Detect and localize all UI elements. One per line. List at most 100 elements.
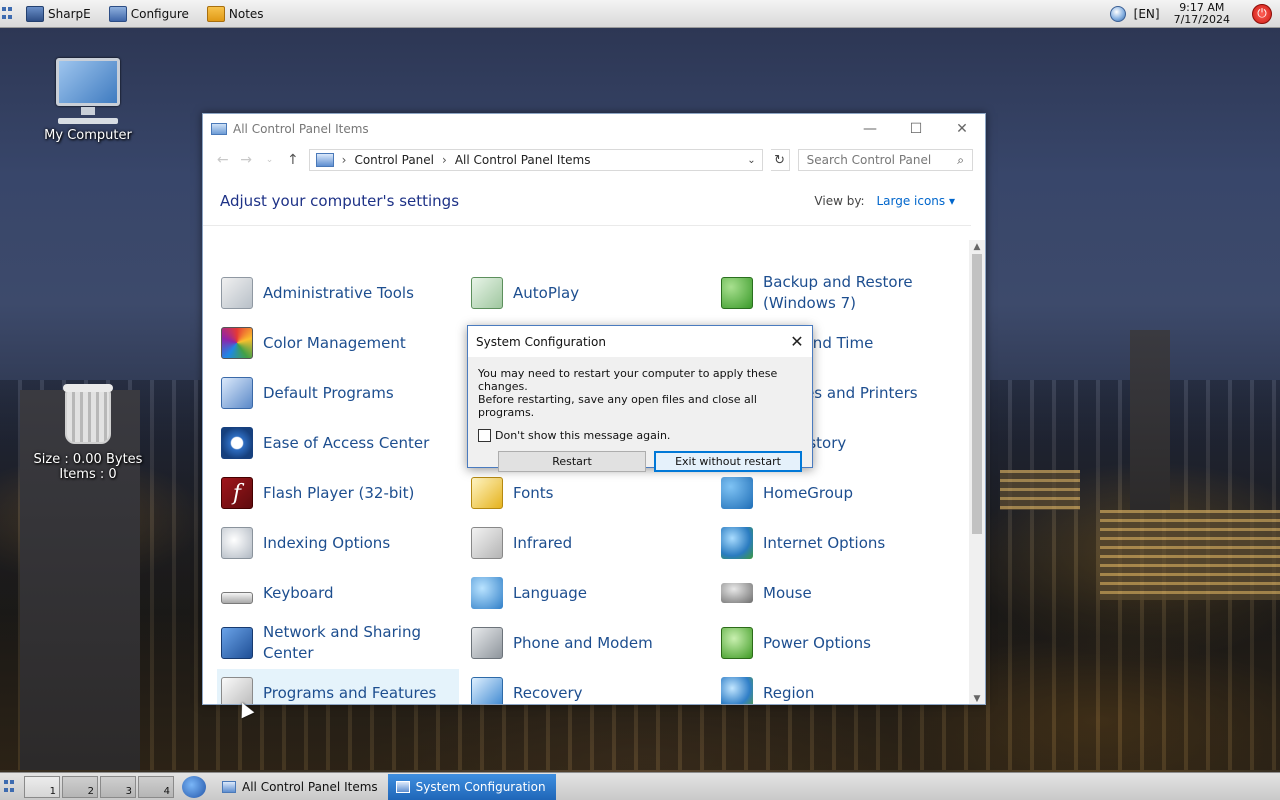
clock-time: 9:17 AM [1179, 0, 1225, 14]
breadcrumb-all-items[interactable]: All Control Panel Items [455, 153, 591, 167]
dont-show-checkbox-label[interactable]: Don't show this message again. [495, 429, 670, 442]
launcher-label: Notes [228, 6, 264, 21]
cp-item-backup-restore[interactable]: Backup and Restore (Windows 7) [717, 269, 959, 317]
panel-grip-icon[interactable] [2, 6, 16, 21]
cp-item-label: Flash Player (32-bit) [263, 483, 415, 502]
scrollbar-thumb[interactable] [972, 254, 982, 534]
scroll-up-icon[interactable]: ▲ [969, 240, 985, 254]
breadcrumb-separator-icon[interactable]: › [442, 153, 447, 167]
cp-item-internet-options[interactable]: Internet Options [717, 519, 959, 567]
cp-item-programs-features[interactable]: Programs and Features [217, 669, 459, 704]
restart-button[interactable]: Restart [498, 451, 646, 472]
dont-show-checkbox-row[interactable]: Don't show this message again. [468, 419, 812, 442]
workspace-1[interactable]: 1 [24, 775, 60, 798]
cp-item-label: Indexing Options [263, 533, 391, 552]
computer-icon [56, 58, 120, 115]
cp-item-fonts[interactable]: Fonts [467, 469, 709, 517]
cp-item-mouse[interactable]: Mouse [717, 569, 959, 617]
cp-item-phone-modem[interactable]: Phone and Modem [467, 619, 709, 667]
region-icon [721, 677, 753, 704]
configure-icon [108, 5, 127, 22]
cp-item-autoplay[interactable]: AutoPlay [467, 269, 709, 317]
close-button[interactable]: ✕ [939, 114, 985, 144]
up-arrow-icon[interactable]: ↑ [285, 152, 300, 168]
cp-item-indexing-options[interactable]: Indexing Options [217, 519, 459, 567]
address-bar[interactable]: › Control Panel › All Control Panel Item… [308, 149, 763, 171]
language-indicator[interactable]: [EN] [1134, 7, 1160, 21]
launcher-sharpe[interactable]: SharpE [26, 5, 91, 22]
cp-item-label: Default Programs [263, 383, 394, 402]
cp-item-administrative-tools[interactable]: Administrative Tools [217, 269, 459, 317]
backup-restore-icon [721, 277, 753, 309]
forward-arrow-icon[interactable]: → [238, 152, 253, 168]
cp-item-region[interactable]: Region [717, 669, 959, 704]
search-placeholder: Search Control Panel [806, 153, 932, 167]
desktop-icon-trash[interactable]: Size : 0.00 Bytes Items : 0 [22, 384, 154, 482]
cp-item-color-management[interactable]: Color Management [217, 319, 459, 367]
refresh-button[interactable]: ↻ [770, 149, 790, 171]
sharpe-icon [26, 5, 44, 22]
desktop-icon-label: My Computer [44, 128, 132, 143]
workspace-4[interactable]: 4 [138, 775, 174, 798]
ease-of-access-icon [221, 427, 253, 459]
minimize-button[interactable]: — [847, 114, 893, 144]
task-label: System Configuration [415, 779, 546, 794]
cp-item-label: Ease of Access Center [263, 433, 430, 452]
dialog-title: System Configuration [476, 334, 606, 349]
launcher-notes[interactable]: Notes [206, 5, 264, 22]
workspace-number: 2 [87, 785, 94, 797]
task-system-configuration[interactable]: System Configuration [387, 773, 556, 800]
cp-item-homegroup[interactable]: HomeGroup [717, 469, 959, 517]
launcher-label: SharpE [48, 6, 91, 21]
dialog-titlebar[interactable]: System Configuration ✕ [468, 326, 812, 357]
workspace-2[interactable]: 2 [62, 775, 98, 798]
dont-show-checkbox[interactable] [478, 429, 491, 442]
view-by-dropdown[interactable]: Large icons ▾ [876, 194, 955, 208]
power-button[interactable]: ⏻ [1252, 3, 1272, 24]
cp-item-flash-player[interactable]: f Flash Player (32-bit) [217, 469, 459, 517]
mouse-icon [721, 583, 753, 603]
launcher-configure[interactable]: Configure [108, 5, 189, 22]
desktop-icon-my-computer[interactable]: My Computer [40, 58, 136, 143]
maximize-button[interactable]: ☐ [893, 114, 939, 144]
cp-item-language[interactable]: Language [467, 569, 709, 617]
cp-item-label: Programs and Features [263, 683, 437, 702]
workspace-3[interactable]: 3 [100, 775, 136, 798]
cp-item-recovery[interactable]: Recovery [467, 669, 709, 704]
top-panel: SharpE Configure Notes [EN] 9:17 AM 7/17… [0, 0, 1280, 28]
power-options-icon [721, 627, 753, 659]
color-management-icon [221, 327, 253, 359]
exit-without-restart-button[interactable]: Exit without restart [654, 451, 802, 472]
view-by-value: Large icons [876, 193, 946, 208]
back-arrow-icon[interactable]: ← [215, 152, 230, 168]
vertical-scrollbar[interactable]: ▲ ▼ [969, 240, 985, 704]
cp-item-default-programs[interactable]: Default Programs [217, 369, 459, 417]
language-globe-icon[interactable] [1109, 5, 1126, 22]
breadcrumb-separator-icon[interactable]: › [342, 153, 347, 167]
cp-item-label: Recovery [513, 683, 583, 702]
cp-item-label: AutoPlay [513, 283, 580, 302]
cp-item-keyboard[interactable]: Keyboard [217, 569, 459, 617]
default-programs-icon [221, 377, 253, 409]
recent-dropdown-icon[interactable]: ⌄ [262, 155, 277, 165]
taskbar-grip-icon[interactable] [4, 779, 18, 794]
cp-item-network-sharing[interactable]: Network and Sharing Center [217, 619, 459, 667]
breadcrumb-control-panel[interactable]: Control Panel [354, 153, 434, 167]
dialog-message-line1: You may need to restart your computer to… [478, 367, 778, 393]
cp-item-infrared[interactable]: Infrared [467, 519, 709, 567]
search-icon[interactable]: ⌕ [957, 153, 964, 168]
cp-item-label: Mouse [763, 583, 812, 602]
infrared-icon [471, 527, 503, 559]
wallpaper-lit-building [1100, 510, 1280, 600]
cp-item-power-options[interactable]: Power Options [717, 619, 959, 667]
homegroup-icon [721, 477, 753, 509]
scroll-down-icon[interactable]: ▼ [969, 692, 985, 704]
firefox-icon[interactable] [182, 775, 206, 798]
window-titlebar[interactable]: All Control Panel Items — ☐ ✕ [203, 114, 985, 144]
dialog-close-icon[interactable]: ✕ [782, 332, 812, 351]
clock[interactable]: 9:17 AM 7/17/2024 [1174, 0, 1230, 26]
cp-item-ease-of-access[interactable]: Ease of Access Center [217, 419, 459, 467]
search-input[interactable]: Search Control Panel ⌕ [797, 149, 974, 171]
task-all-control-panel-items[interactable]: All Control Panel Items [214, 774, 388, 800]
address-dropdown-icon[interactable]: ⌄ [747, 155, 755, 166]
